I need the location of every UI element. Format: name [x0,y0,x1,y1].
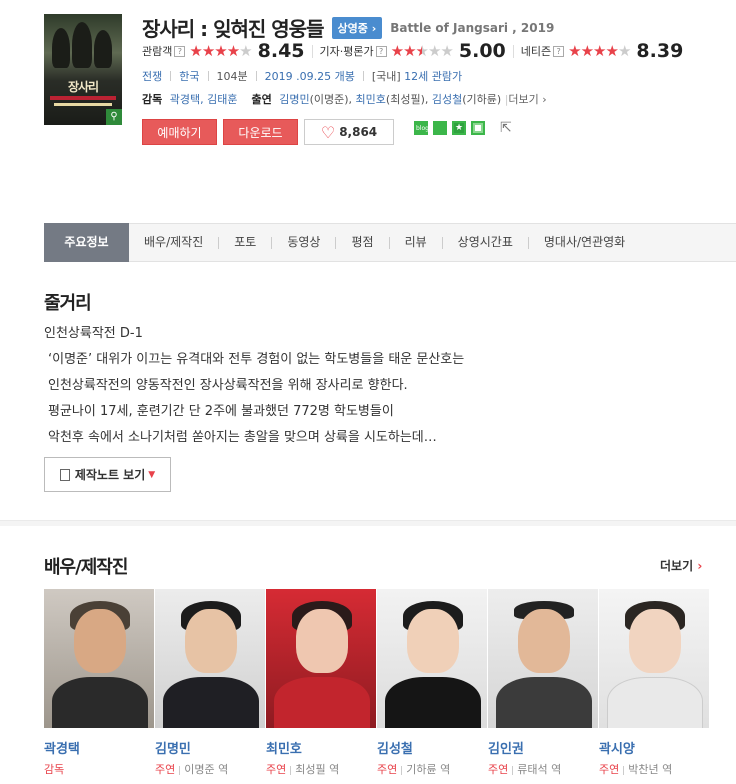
cast-character: 류태석 역 [517,763,562,776]
tab-quotes[interactable]: 명대사/연관영화 [529,223,640,262]
cast-name[interactable]: 곽시양 [599,738,709,757]
cast-name[interactable]: 김인권 [488,738,598,757]
cast-name[interactable]: 김성철 [377,738,487,757]
cast-card[interactable]: 김인권 주연 류태석 역 [488,589,598,777]
cast-role-type: 주연 [599,763,620,776]
cast-photo[interactable] [377,589,487,728]
blog-share-icon[interactable]: blog [414,121,429,135]
cast-photo[interactable] [155,589,265,728]
cast-role-type: 감독 [44,763,65,776]
cast-card[interactable]: 최민호 주연 최성필 역 [266,589,376,777]
director-label: 감독 [142,93,163,106]
cast-name[interactable]: 최민호 [266,738,376,757]
cast-card[interactable]: 김명민 주연 이명준 역 [155,589,265,777]
heart-icon: ♡ [320,122,336,142]
document-icon [59,468,70,481]
cast-card[interactable]: 김성철 주연 기하륜 역 [377,589,487,777]
help-icon[interactable]: ? [375,45,387,57]
grade-link[interactable]: 12세 관람가 [404,68,462,84]
cast-photo[interactable] [44,589,154,728]
score-netizen: 8.39 [636,40,684,62]
cast-link[interactable]: 김명민 [279,93,309,106]
cast-more-link[interactable]: 더보기 › [660,557,702,574]
cast-character: 최성필 역 [295,763,340,776]
cast-role-type: 주연 [266,763,287,776]
rating-label-netizen: 네티즌 [520,45,552,58]
tab-bar: 주요정보 배우/제작진 포토 동영상 평점 리뷰 상영시간표 명대사/연관영화 [44,223,736,262]
tab-review[interactable]: 리뷰 [390,223,442,262]
cast-link[interactable]: 최민호 [356,93,386,106]
like-button[interactable]: ♡ 8,864 [304,119,394,145]
rating-label-audience: 관람객 [142,45,173,58]
tab-video[interactable]: 동영상 [272,223,335,262]
chevron-down-icon: ▼ [148,469,156,480]
export-icon[interactable]: ⇱ [500,120,512,136]
cast-name[interactable]: 김명민 [155,738,265,757]
chevron-right-icon: › [697,559,703,573]
genre-link[interactable]: 전쟁 [142,68,162,84]
stars-critic: ★★★★★ [390,42,454,60]
synopsis-line: 인천상륙작전의 양동작전인 장사상륙작전을 위해 장사리로 향한다. [48,378,408,393]
cast-photo[interactable] [599,589,709,728]
cast-role-type: 주연 [488,763,509,776]
movie-title: 장사리 : 잊혀진 영웅들 [142,17,324,41]
poster-title: 장사리 [67,80,99,94]
synopsis-line: 인천상륙작전 D-1 [44,326,143,341]
status-badge[interactable]: 상영중 › [331,16,383,39]
section-divider [0,520,736,526]
tab-main-info[interactable]: 주요정보 [44,223,129,262]
cafe-share-icon[interactable] [433,121,447,135]
synopsis-line: 평균나이 17세, 훈련기간 단 2주에 불과했던 772명 학도병들이 [48,404,394,419]
cast-character: 이명준 역 [184,763,229,776]
bookmark-share-icon[interactable]: ★ [452,121,466,135]
rating-label-critic: 기자·평론가 [319,45,374,58]
country-link[interactable]: 한국 [179,68,199,84]
cast-character: 기하륜 역 [406,763,451,776]
grade-prefix: [국내] [371,70,401,83]
release-date[interactable]: 2019 .09.25 개봉 [265,68,355,84]
synopsis-text: 인천상륙작전 D-1 ‘이명준’ 대위가 이끄는 유격대와 전투 경험이 없는 … [44,321,464,451]
help-icon[interactable]: ? [553,45,565,57]
synopsis-line: ‘이명준’ 대위가 이끄는 유격대와 전투 경험이 없는 학도병들을 태운 문산… [48,352,465,367]
score-audience: 8.45 [257,40,305,62]
help-icon[interactable]: ? [174,45,186,57]
cast-list: 곽경택 감독 김명민 주연 이명준 역 최민호 주연 최성필 역 김성철 주연 기하륜… [44,589,710,777]
credits-more-link[interactable]: 더보기 › [508,93,546,106]
director-links[interactable]: 곽경택, 김태훈 [170,93,238,106]
reserve-button[interactable]: 예매하기 [142,119,217,145]
cast-photo[interactable] [488,589,598,728]
synopsis-line: 악천후 속에서 소나기처럼 쏟아지는 총알을 맞으며 상륙을 시도하는데… [48,430,437,445]
cast-card[interactable]: 곽시양 주연 박찬년 역 [599,589,709,777]
synopsis-heading: 줄거리 [44,293,92,314]
tab-cast[interactable]: 배우/제작진 [129,223,218,262]
cast-role-type: 주연 [155,763,176,776]
stars-netizen: ★★★★★ [568,42,631,60]
memo-share-icon[interactable] [471,121,485,135]
movie-poster[interactable]: 장사리 ⚲ [44,14,122,125]
tab-photo[interactable]: 포토 [219,223,271,262]
ratings-row: 관람객? ★★★★★ 8.45 기자·평론가? ★★★★★ 5.00 네티즌? … [142,40,683,62]
share-bar: blog ★ ⇱ [414,120,512,136]
english-title: Battle of Jangsari , 2019 [390,20,555,35]
cast-link[interactable]: 김성철 [432,93,462,106]
production-note-button[interactable]: 제작노트 보기 ▼ [44,457,171,492]
cast-photo[interactable] [266,589,376,728]
cast-role-type: 주연 [377,763,398,776]
tab-rating[interactable]: 평점 [336,223,388,262]
stars-audience: ★★★★★ [189,42,252,60]
download-button[interactable]: 다운로드 [223,119,298,145]
cast-label: 출연 [251,93,272,106]
cast-name[interactable]: 곽경택 [44,738,154,757]
cast-card[interactable]: 곽경택 감독 [44,589,154,777]
like-count: 8,864 [339,125,378,139]
zoom-icon[interactable]: ⚲ [106,109,122,125]
tab-showtimes[interactable]: 상영시간표 [443,223,528,262]
score-critic: 5.00 [458,40,506,62]
runtime: 104분 [216,70,248,83]
cast-heading: 배우/제작진 [44,557,128,578]
movie-info: 전쟁 한국 104분 2019 .09.25 개봉 [국내] 12세 관람가 [142,68,462,84]
cast-character: 박찬년 역 [628,763,673,776]
credits-line: 감독 곽경택, 김태훈 출연 김명민(이명준), 최민호(최성필), 김성철(기… [142,93,547,106]
